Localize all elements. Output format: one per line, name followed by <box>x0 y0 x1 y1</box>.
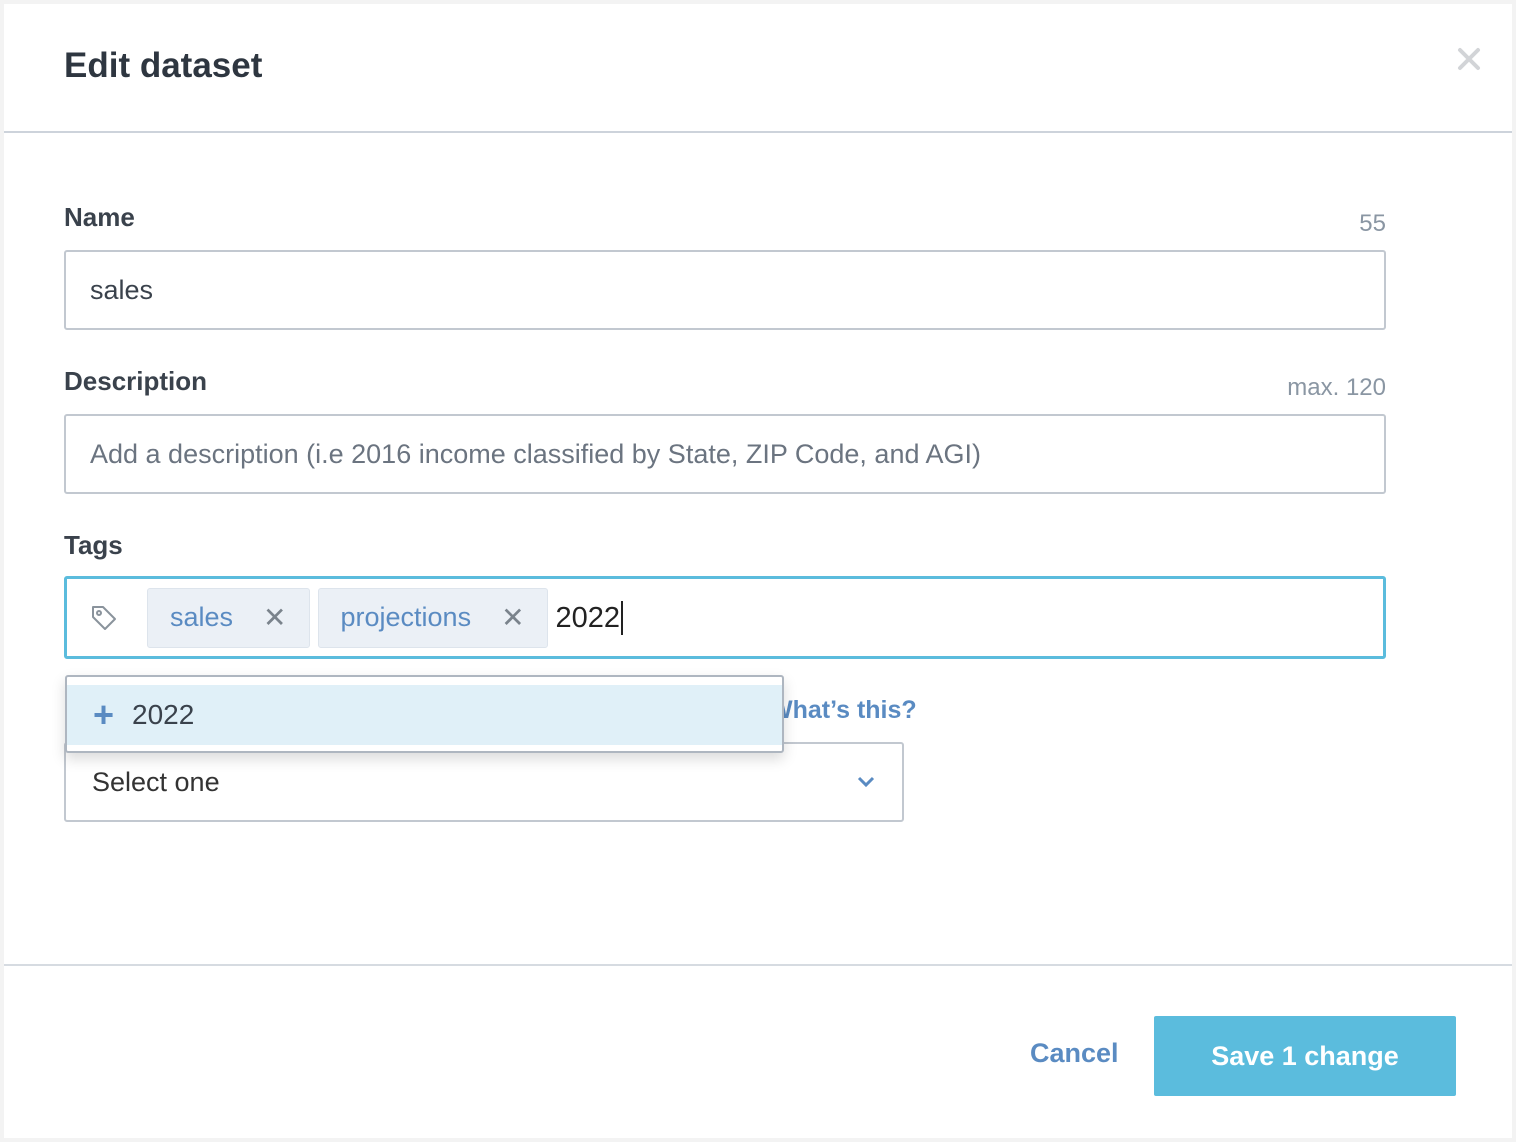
tag-label: projections <box>340 602 472 632</box>
description-label: Description <box>64 366 208 396</box>
dialog-header: Edit dataset <box>4 4 1512 133</box>
edit-dataset-dialog: Edit dataset Name 55 sales Description m… <box>4 4 1512 1138</box>
tags-label: Tags <box>64 530 123 560</box>
tag-chip: projections ✕ <box>317 587 548 648</box>
name-counter: 55 <box>1359 210 1386 237</box>
description-hint: max. 120 <box>1287 374 1386 401</box>
tag-icon <box>92 605 116 630</box>
tag-chip: sales ✕ <box>147 587 310 648</box>
tag-typed-text: 2022 <box>556 600 624 635</box>
dialog-title: Edit dataset <box>64 46 263 85</box>
cancel-button[interactable]: Cancel <box>1030 1038 1119 1069</box>
create-tag-option[interactable]: + 2022 <box>67 685 782 745</box>
dialog-footer: Cancel Save 1 change <box>4 964 1512 1138</box>
tag-suggestions: + 2022 <box>65 675 784 753</box>
chevron-down-icon <box>857 776 875 788</box>
name-value: sales <box>90 274 154 305</box>
remove-tag-icon[interactable]: ✕ <box>501 601 524 634</box>
close-icon[interactable] <box>1454 44 1484 74</box>
tag-label: sales <box>170 602 234 632</box>
whats-this-link[interactable]: What’s this? <box>769 696 917 725</box>
plus-icon: + <box>93 694 115 735</box>
select-value: Select one <box>92 766 220 797</box>
save-button[interactable]: Save 1 change <box>1154 1016 1456 1096</box>
name-label: Name <box>64 202 135 232</box>
tags-input[interactable]: sales ✕ projections ✕ 2022 <box>64 576 1386 659</box>
name-input[interactable]: sales <box>64 250 1386 330</box>
description-placeholder: Add a description (i.e 2016 income class… <box>90 438 981 469</box>
select-dropdown[interactable]: Select one <box>64 742 904 822</box>
option-label: 2022 <box>132 699 195 730</box>
description-input[interactable]: Add a description (i.e 2016 income class… <box>64 414 1386 494</box>
remove-tag-icon[interactable]: ✕ <box>263 601 286 634</box>
